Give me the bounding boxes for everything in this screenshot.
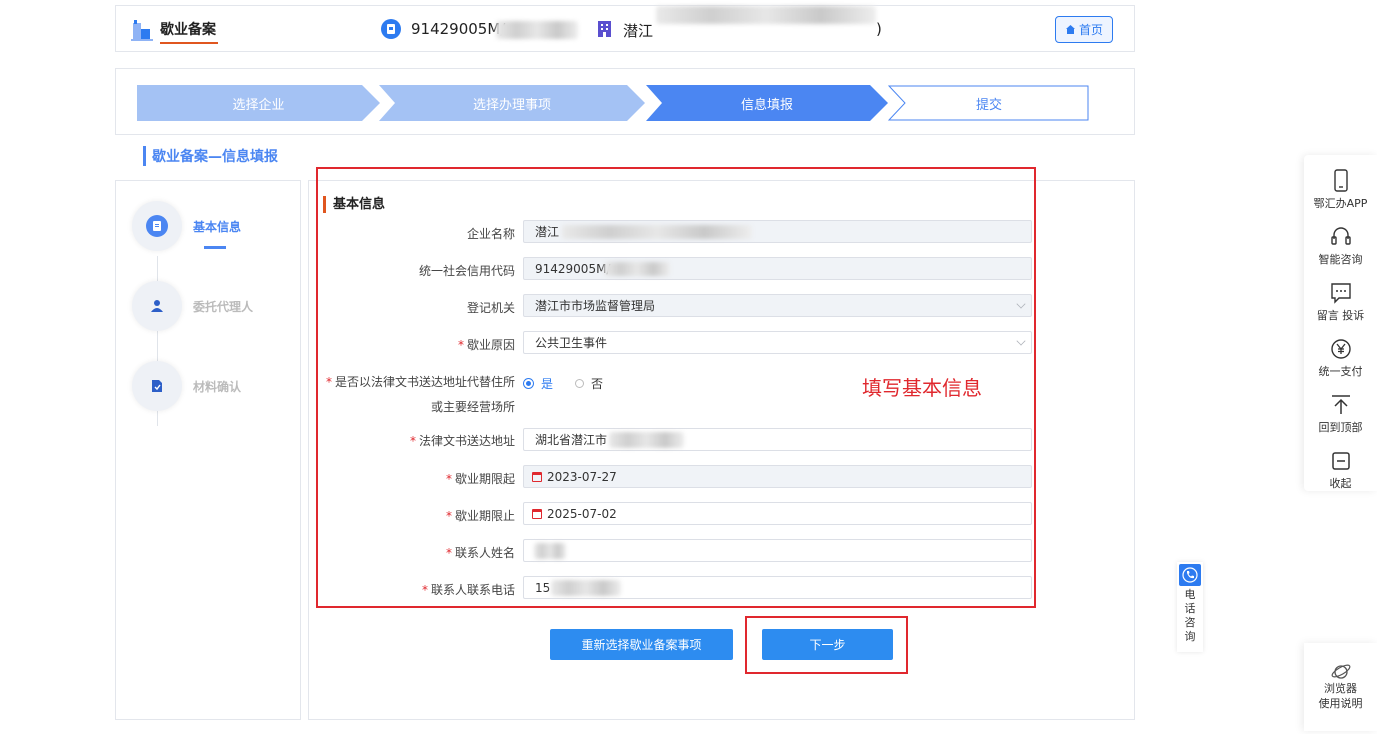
home-button[interactable]: 首页 [1055, 16, 1113, 43]
calendar-icon [532, 508, 542, 519]
redacted-contact-name [534, 543, 566, 559]
label-contact-name: * 联系人姓名 [445, 546, 515, 560]
nav-active-underline [204, 246, 226, 249]
label-company-name: 企业名称 [466, 227, 515, 241]
nav-label-basic-info[interactable]: 基本信息 [193, 218, 241, 235]
label-contact-phone: * 联系人联系电话 [421, 583, 515, 597]
page-label-underline [160, 42, 218, 44]
phone-call-icon [1179, 564, 1201, 586]
sidebar-message[interactable]: 留言 投诉 [1304, 281, 1377, 323]
nav-label-material-confirm[interactable]: 材料确认 [193, 378, 241, 395]
section-title: 歇业备案—信息填报 [143, 146, 278, 166]
redacted-company-name [562, 225, 752, 239]
home-button-label: 首页 [1078, 23, 1103, 37]
legal-address-field[interactable]: 湖北省潜江市 [523, 428, 1032, 451]
redacted-credit-code [496, 21, 578, 39]
label-start-date: * 歇业期限起 [445, 472, 515, 486]
chevron-down-icon [1016, 336, 1026, 346]
label-replace-address: * 是否以法律文书送达地址代替住所 [325, 375, 515, 389]
building-logo-icon [131, 20, 153, 41]
reason-select[interactable]: 公共卫生事件 [523, 331, 1032, 354]
nav-material-confirm[interactable] [132, 361, 182, 411]
radio-yes[interactable]: 是 [523, 375, 553, 392]
headset-icon [1330, 227, 1351, 245]
end-date-picker[interactable]: 2025-07-02 [523, 502, 1032, 525]
message-icon [1330, 283, 1351, 304]
chevron-down-icon [1016, 299, 1026, 309]
arrow-up-icon [1331, 395, 1350, 414]
calendar-icon [532, 471, 542, 482]
browser-guide-card[interactable]: 浏览器 使用说明 [1304, 643, 1377, 731]
step-select-matter: 选择办理事项 [379, 85, 645, 121]
header-company-suffix: ) [876, 20, 882, 38]
company-name-field[interactable]: 潜江 [523, 220, 1032, 243]
left-nav-panel: 基本信息 委托代理人 材料确认 [115, 180, 301, 720]
home-icon [1065, 25, 1075, 34]
label-reason: * 歇业原因 [457, 338, 515, 352]
nav-basic-info[interactable] [132, 201, 182, 251]
yuan-icon [1330, 339, 1351, 359]
form-section-title: 基本信息 [323, 196, 385, 213]
annotation-fill-basic-info: 填写基本信息 [862, 376, 982, 400]
page-label: 歇业备案 [160, 22, 216, 38]
start-date-picker[interactable]: 2023-07-27 [523, 465, 1032, 488]
top-bar: 歇业备案 91429005M/ 潜江 ) 首页 [115, 5, 1135, 52]
label-legal-address: * 法律文书送达地址 [409, 434, 515, 448]
sidebar-payment[interactable]: 统一支付 [1304, 337, 1377, 379]
redacted-address [609, 432, 684, 448]
label-end-date: * 歇业期限止 [445, 509, 515, 523]
contact-phone-field[interactable]: 15 [523, 576, 1032, 599]
phone-consult-label: 电话咨询 [1184, 588, 1196, 643]
file-check-icon [146, 375, 168, 397]
company-building-icon [598, 21, 611, 37]
radio-no[interactable]: 否 [575, 375, 603, 392]
radio-yes-dot[interactable] [523, 378, 534, 389]
authority-select[interactable]: 潜江市市场监督管理局 [523, 294, 1032, 317]
nav-label-agent[interactable]: 委托代理人 [193, 298, 253, 315]
sidebar-app[interactable]: 鄂汇办APP [1304, 169, 1377, 211]
phone-icon [1333, 169, 1348, 192]
step-select-company: 选择企业 [137, 85, 380, 121]
collapse-icon [1331, 452, 1350, 470]
contact-name-field[interactable] [523, 539, 1032, 562]
label-replace-address-line2: 或主要经营场所 [430, 400, 515, 414]
redacted-credit-code [604, 262, 670, 276]
sidebar-back-to-top[interactable]: 回到顶部 [1304, 393, 1377, 435]
phone-consult-tab[interactable]: 电话咨询 [1177, 562, 1203, 652]
label-credit-code: 统一社会信用代码 [418, 264, 515, 278]
label-authority: 登记机关 [466, 301, 515, 315]
radio-no-dot[interactable] [575, 379, 584, 388]
credit-code-field[interactable]: 91429005M/ [523, 257, 1032, 280]
reselect-matter-button[interactable]: 重新选择歇业备案事项 [550, 629, 733, 660]
browser-icon [1331, 664, 1350, 679]
nav-agent[interactable] [132, 281, 182, 331]
document-icon [146, 215, 168, 237]
sidebar-smart-consult[interactable]: 智能咨询 [1304, 225, 1377, 267]
step-submit: 提交 [888, 85, 1090, 121]
floating-sidebar: 鄂汇办APP 智能咨询 留言 投诉 统一支付 回到顶部 收起 [1304, 155, 1377, 491]
person-icon [146, 295, 168, 317]
step-fill-info: 信息填报 [646, 85, 888, 121]
redacted-contact-phone [551, 580, 621, 596]
header-company-name: 潜江 [623, 22, 654, 40]
sidebar-collapse[interactable]: 收起 [1304, 449, 1377, 491]
credit-code-icon [381, 19, 401, 39]
header-credit-code: 91429005M/ [411, 20, 506, 38]
redacted-company-name [656, 6, 876, 24]
next-step-button[interactable]: 下一步 [762, 629, 893, 660]
progress-steps: 选择企业 选择办理事项 信息填报 提交 [115, 68, 1135, 135]
